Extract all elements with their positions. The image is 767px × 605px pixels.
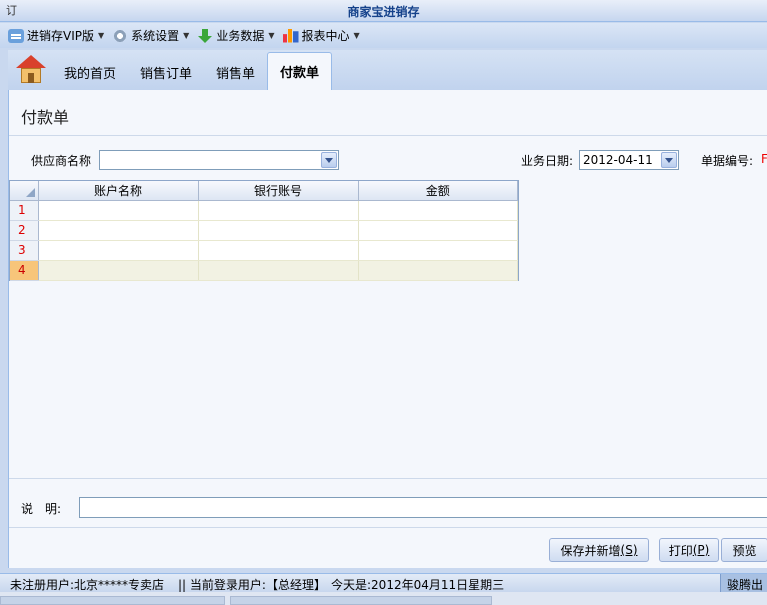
save-new-label: 保存并新增 [560, 543, 621, 558]
grid-cell[interactable] [38, 260, 199, 281]
grid-cell[interactable] [38, 220, 199, 241]
menu-reports[interactable]: 报表中心 ▼ [282, 27, 360, 44]
table-row[interactable]: 3 [10, 240, 518, 261]
grid-cell[interactable] [198, 260, 359, 281]
chevron-down-icon[interactable] [661, 152, 677, 168]
doc-no-label: 单据编号: [701, 154, 754, 168]
grid-corner[interactable] [10, 181, 39, 201]
bar-chart-icon [282, 28, 299, 43]
grid-cell[interactable] [358, 200, 518, 221]
preview-button[interactable]: 预览 [721, 538, 767, 562]
table-row[interactable]: 2 [10, 220, 518, 241]
supplier-label: 供应商名称 [31, 154, 92, 168]
caret-down-icon: ▼ [268, 31, 275, 40]
tab-home[interactable]: 我的首页 [52, 54, 128, 90]
row-number: 4 [10, 260, 39, 281]
status-date: 今天是:2012年04月11日星期三 [331, 578, 505, 592]
column-header[interactable]: 银行账号 [198, 181, 359, 201]
title-bar: 订 商家宝进销存 [0, 0, 767, 22]
grid-cell[interactable] [358, 260, 518, 281]
doc-no-value: F [761, 152, 767, 166]
menu-vip-label: 进销存VIP版 [27, 29, 94, 43]
tab-sales-order[interactable]: 销售订单 [128, 54, 204, 90]
supplier-combo[interactable] [99, 150, 339, 170]
app-window: 订 商家宝进销存 进销存VIP版 ▼ 系统设置 ▼ 业务数据 ▼ 报表中心 ▼ … [0, 0, 767, 605]
grid-cell[interactable] [358, 220, 518, 241]
grid-cell[interactable] [198, 220, 359, 241]
date-label: 业务日期: [521, 154, 574, 168]
tab-payment[interactable]: 付款单 [267, 52, 333, 90]
date-value: 2012-04-11 [583, 153, 653, 167]
gear-icon [112, 28, 129, 43]
caret-down-icon: ▼ [98, 31, 105, 40]
menu-settings-label: 系统设置 [131, 29, 180, 43]
table-row-selected[interactable]: 4 [10, 260, 518, 281]
chevron-down-icon[interactable] [321, 152, 337, 168]
taskbar-segment [230, 596, 492, 605]
divider [9, 135, 767, 136]
menu-bar: 进销存VIP版 ▼ 系统设置 ▼ 业务数据 ▼ 报表中心 ▼ [0, 23, 767, 48]
grid-cell[interactable] [38, 200, 199, 221]
menu-reports-label: 报表中心 [301, 29, 350, 43]
row-number: 2 [10, 220, 39, 241]
note-input[interactable] [79, 497, 767, 518]
menu-business-data[interactable]: 业务数据 ▼ [197, 27, 275, 44]
tab-bar: 我的首页 销售订单 销售单 付款单 [8, 50, 767, 90]
print-label: 打印 [668, 543, 693, 558]
status-login: || 当前登录用户:【总经理】 [178, 578, 326, 592]
save-new-hotkey: (S) [620, 543, 638, 557]
column-header[interactable]: 账户名称 [38, 181, 199, 201]
menu-settings[interactable]: 系统设置 ▼ [112, 27, 189, 44]
download-arrow-icon [197, 28, 213, 43]
caret-down-icon: ▼ [353, 31, 360, 40]
column-header[interactable]: 金额 [358, 181, 518, 201]
caret-down-icon: ▼ [183, 31, 190, 40]
menu-business-data-label: 业务数据 [216, 29, 265, 43]
menu-vip[interactable]: 进销存VIP版 ▼ [8, 27, 104, 44]
divider [9, 527, 767, 528]
grid-cell[interactable] [358, 240, 518, 261]
grid-cell[interactable] [198, 240, 359, 261]
taskbar-segment [0, 596, 225, 605]
row-number: 1 [10, 200, 39, 221]
divider [9, 478, 767, 479]
content-panel: 付款单 供应商名称 业务日期: 2012-04-11 单据编号: F 账户名称 … [8, 90, 767, 568]
grid-cell[interactable] [38, 240, 199, 261]
save-new-button[interactable]: 保存并新增 (S) [549, 538, 649, 562]
preview-label: 预览 [732, 543, 757, 558]
table-row[interactable]: 1 [10, 200, 518, 221]
grid-cell[interactable] [198, 200, 359, 221]
home-icon[interactable] [16, 55, 46, 85]
status-user: 未注册用户:北京*****专卖店 [10, 578, 165, 592]
status-bar: 未注册用户:北京*****专卖店 || 当前登录用户:【总经理】 今天是:201… [0, 573, 767, 593]
window-title: 商家宝进销存 [347, 5, 420, 19]
print-button[interactable]: 打印 (P) [659, 538, 719, 562]
payment-grid: 账户名称 银行账号 金额 1 2 3 4 [9, 180, 519, 281]
status-right: 骏腾出 [719, 574, 767, 593]
note-label: 说 明: [21, 502, 62, 516]
print-hotkey: (P) [692, 543, 710, 557]
row-number: 3 [10, 240, 39, 261]
tab-sales-slip[interactable]: 销售单 [204, 54, 267, 90]
page-title: 付款单 [21, 108, 70, 127]
taskbar-strip [0, 592, 767, 605]
date-picker[interactable]: 2012-04-11 [579, 150, 679, 170]
chat-icon [8, 28, 24, 43]
